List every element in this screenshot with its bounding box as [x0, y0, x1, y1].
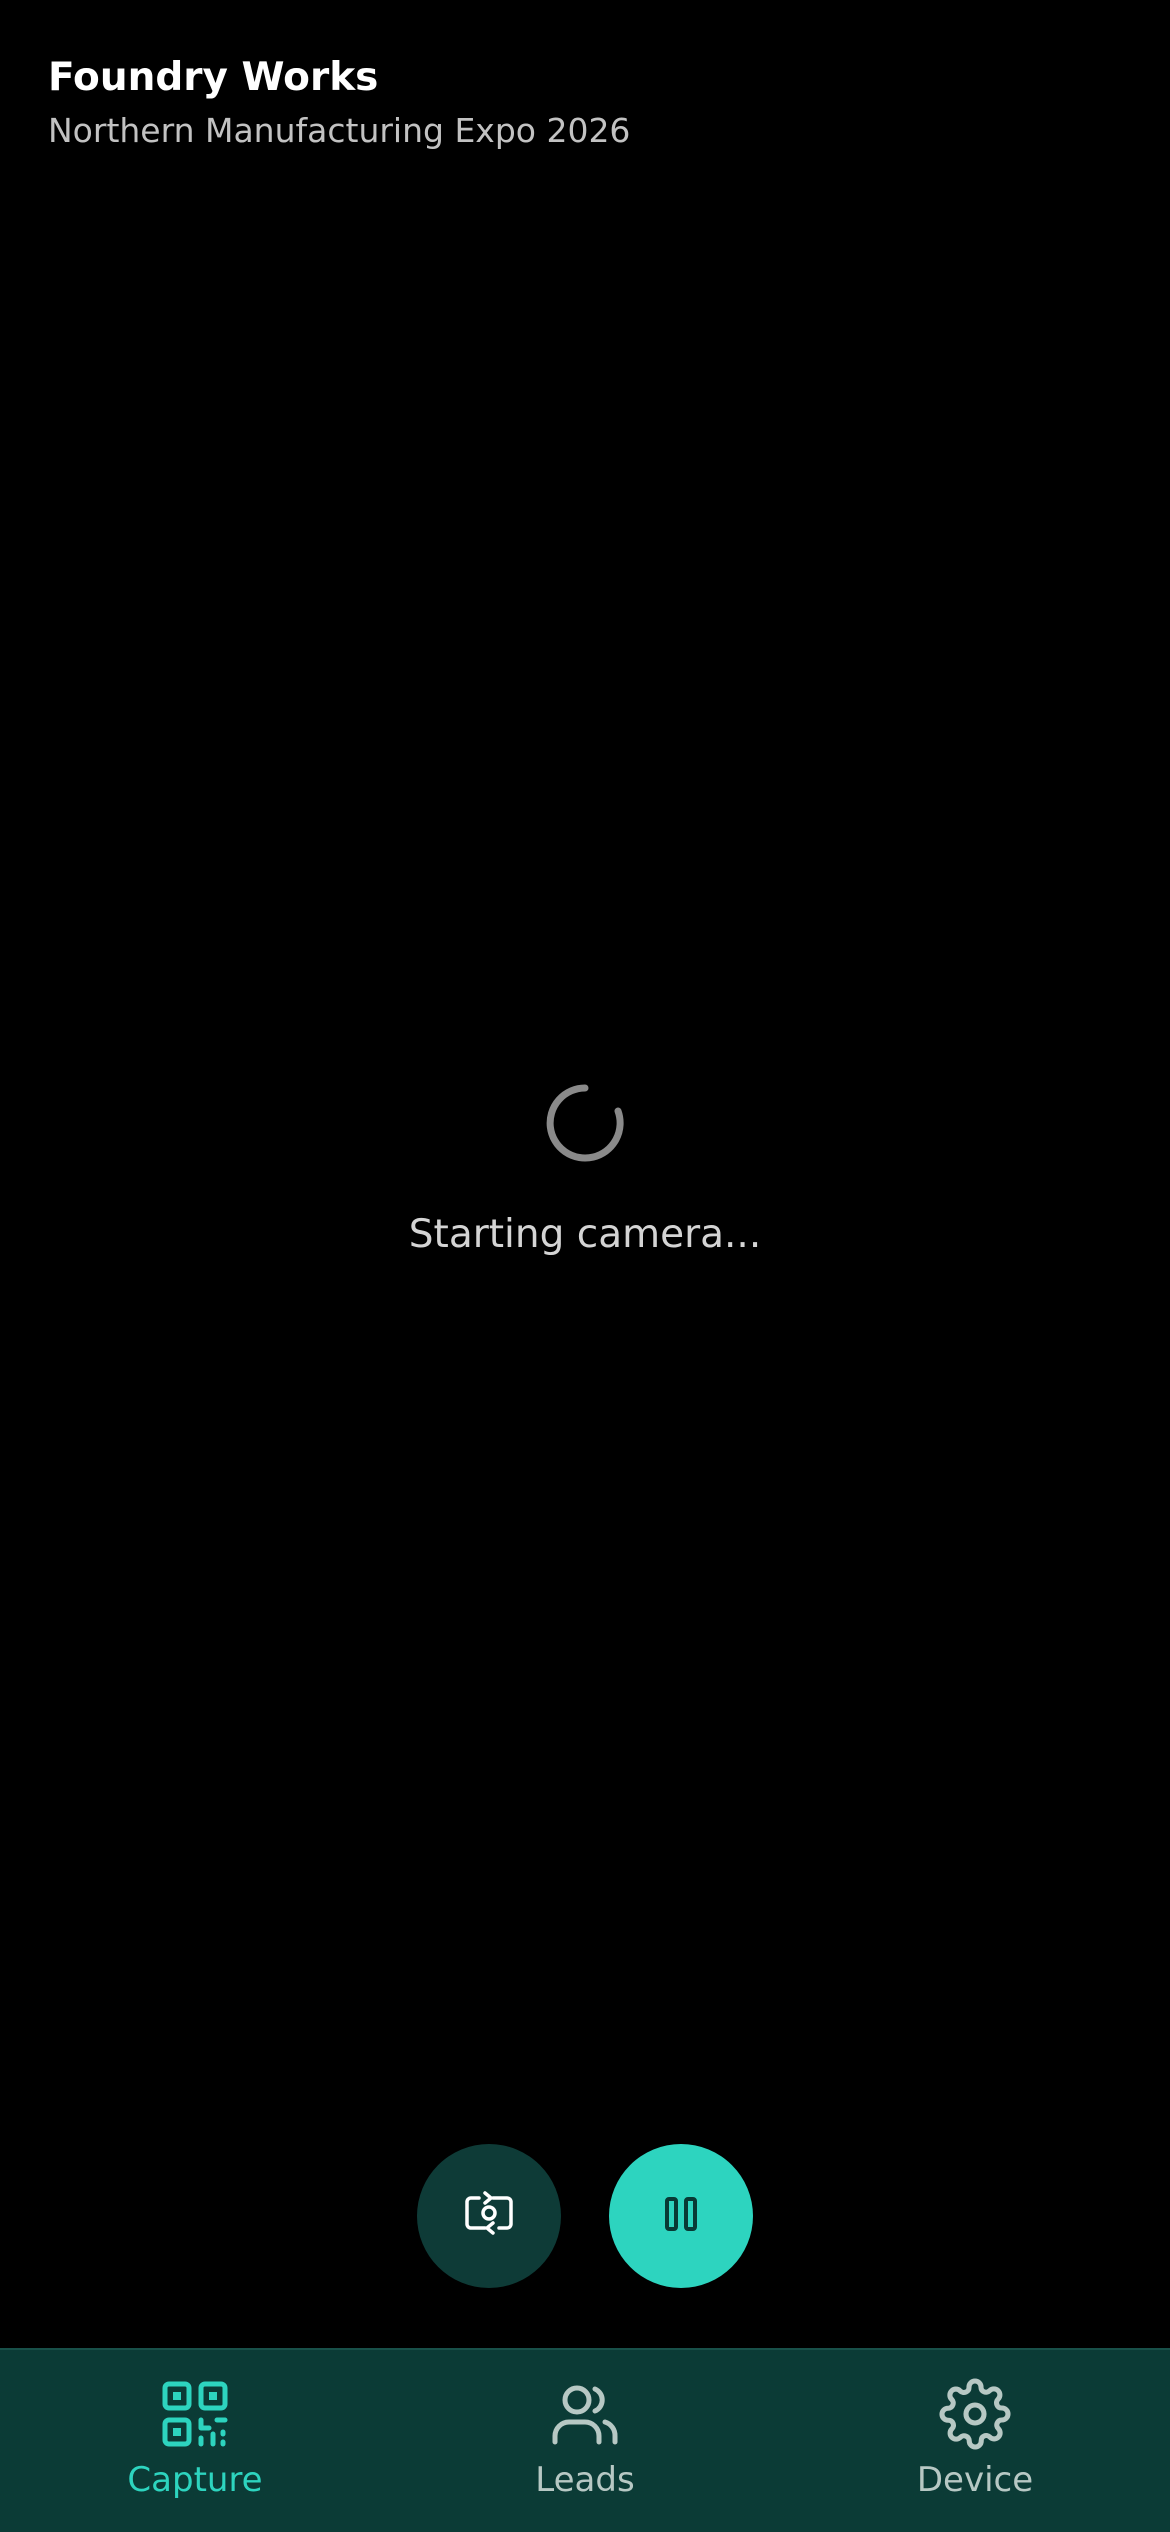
exhibitor-title: Foundry Works	[48, 55, 379, 100]
tab-leads-label: Leads	[535, 2460, 635, 2500]
camera-switch-icon	[463, 2188, 515, 2244]
tab-capture-label: Capture	[127, 2460, 263, 2500]
qr-code-icon	[159, 2378, 231, 2450]
pause-icon	[659, 2192, 703, 2240]
bottom-tab-bar: Capture Leads Device	[0, 2348, 1170, 2532]
event-subtitle: Northern Manufacturing Expo 2026	[48, 111, 631, 150]
gear-icon	[939, 2378, 1011, 2450]
camera-controls	[0, 2144, 1170, 2288]
camera-status-text: Starting camera...	[408, 1212, 762, 1257]
pause-scan-button[interactable]	[609, 2144, 753, 2288]
tab-device-label: Device	[916, 2460, 1034, 2500]
camera-loading: Starting camera...	[0, 1083, 1170, 1263]
tab-capture[interactable]: Capture	[0, 2350, 390, 2532]
users-icon	[549, 2378, 621, 2450]
header: Foundry Works Northern Manufacturing Exp…	[48, 50, 630, 156]
tab-device[interactable]: Device	[780, 2350, 1170, 2532]
switch-camera-button[interactable]	[417, 2144, 561, 2288]
tab-leads[interactable]: Leads	[390, 2350, 780, 2532]
capture-screen: Foundry Works Northern Manufacturing Exp…	[0, 0, 1170, 2532]
loading-spinner-icon	[545, 1083, 625, 1163]
